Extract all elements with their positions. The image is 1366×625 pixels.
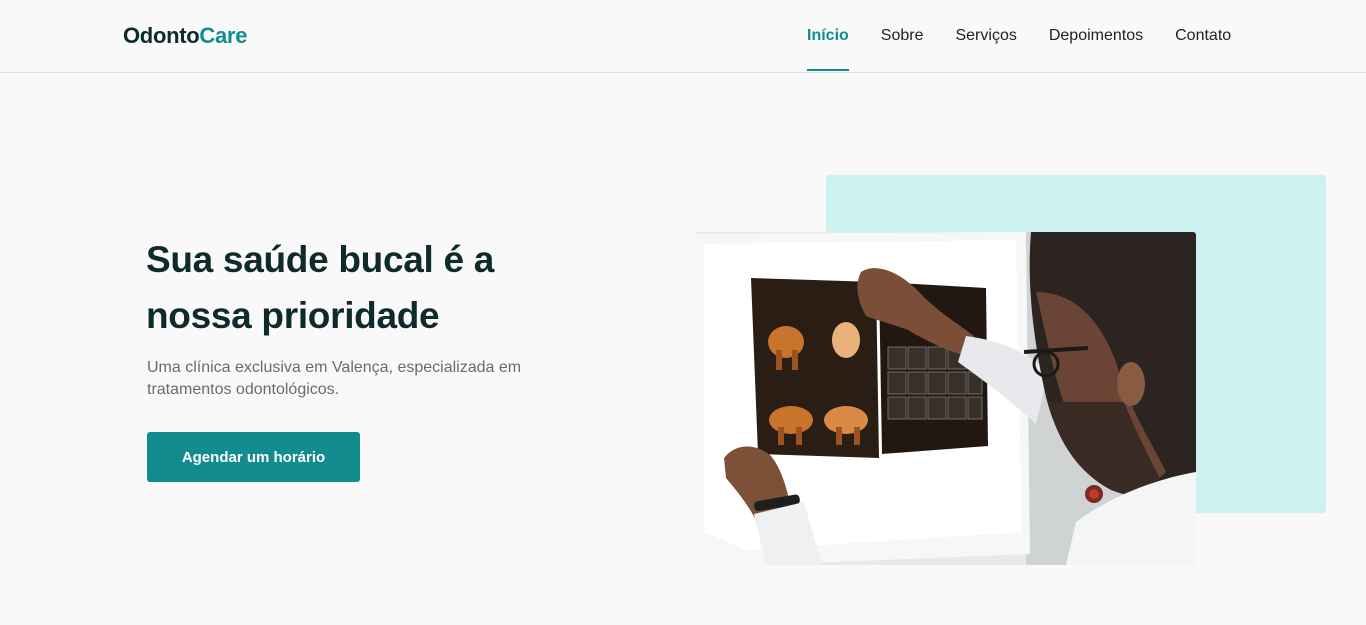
nav-item-servicos[interactable]: Serviços xyxy=(955,0,1016,72)
hero-title: Sua saúde bucal é a nossa prioridade xyxy=(146,232,606,344)
schedule-appointment-button[interactable]: Agendar um horário xyxy=(147,432,360,482)
nav-item-inicio[interactable]: Início xyxy=(807,0,849,72)
hero-image xyxy=(696,232,1196,565)
dentist-xray-illustration xyxy=(696,232,1196,565)
nav-item-contato[interactable]: Contato xyxy=(1175,0,1231,72)
main-nav: Início Sobre Serviços Depoimentos Contat… xyxy=(807,0,1231,72)
logo-text-accent: Care xyxy=(199,23,248,48)
logo-text-dark: Odonto xyxy=(123,23,200,48)
hero-title-line2: nossa prioridade xyxy=(146,295,440,336)
nav-item-depoimentos[interactable]: Depoimentos xyxy=(1049,0,1143,72)
hero-title-line1: Sua saúde bucal é a xyxy=(146,239,495,280)
site-header: OdontoCare Início Sobre Serviços Depoime… xyxy=(0,0,1366,73)
logo[interactable]: OdontoCare xyxy=(123,23,247,49)
hero-subtitle: Uma clínica exclusiva em Valença, especi… xyxy=(147,359,522,398)
nav-item-sobre[interactable]: Sobre xyxy=(881,0,924,72)
